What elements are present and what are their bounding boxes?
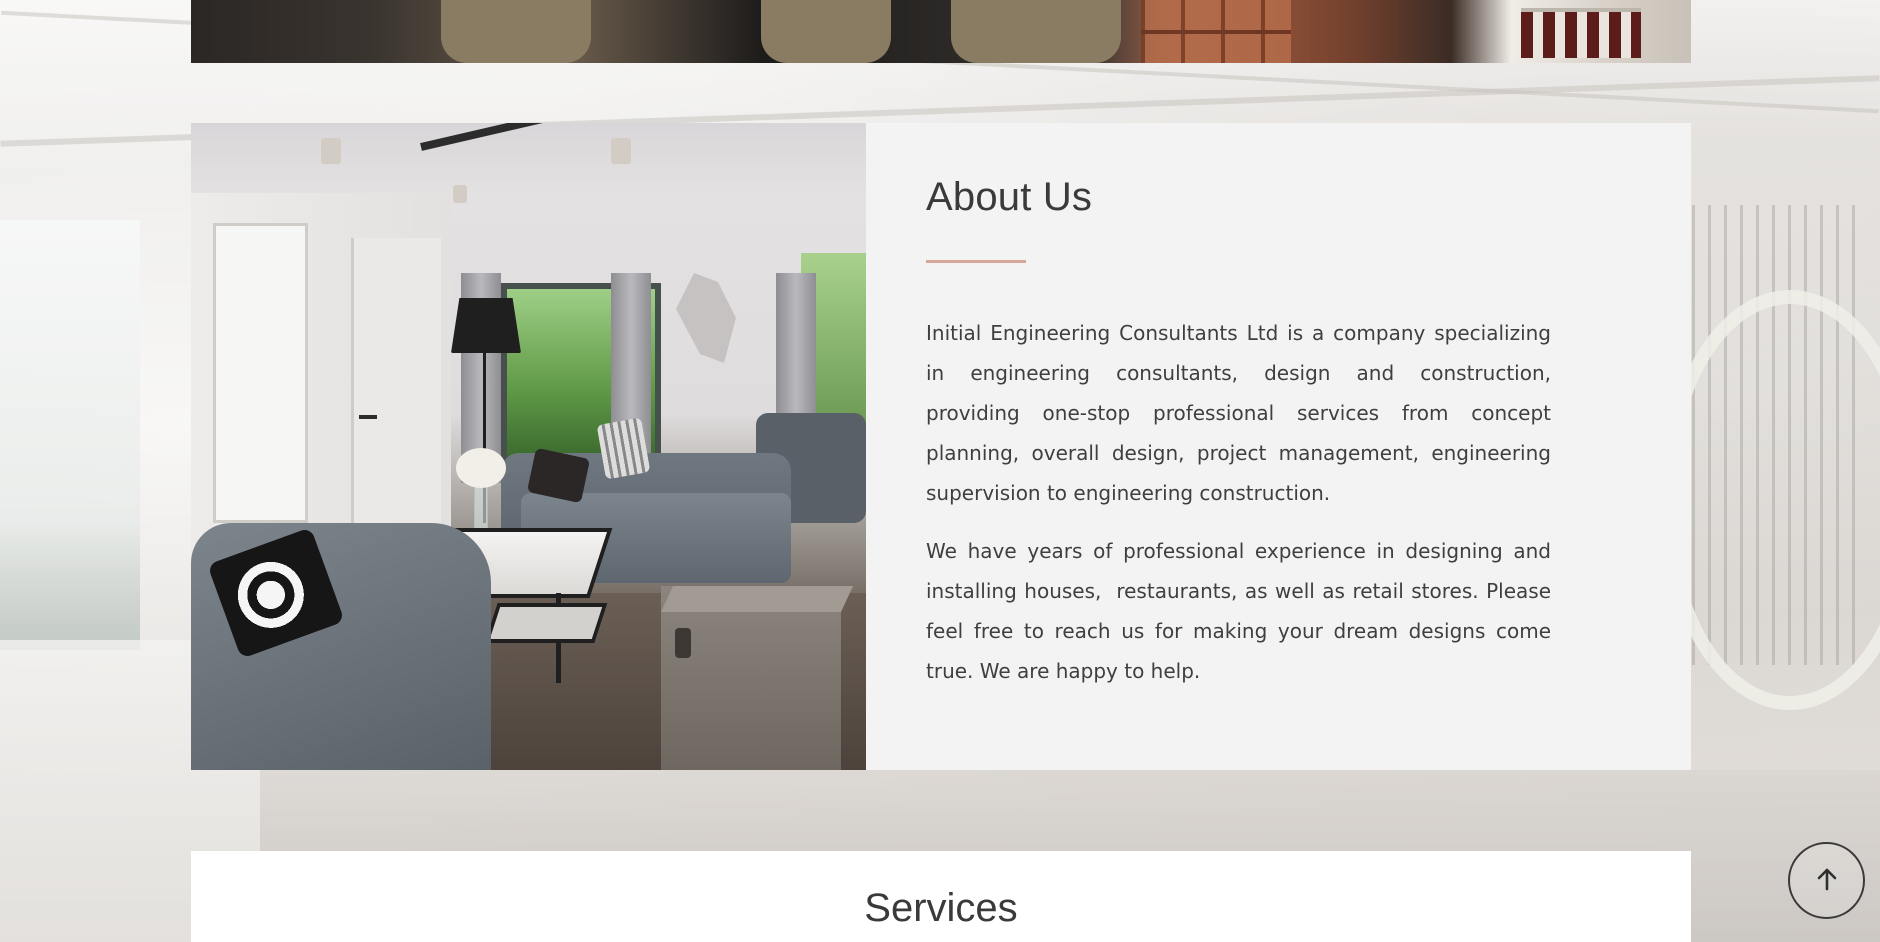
back-to-top-button[interactable] xyxy=(1788,842,1865,919)
about-text-panel: About Us Initial Engineering Consultants… xyxy=(866,123,1691,770)
services-title: Services xyxy=(864,886,1018,930)
services-section: Services xyxy=(191,851,1691,942)
wine-rack-shape xyxy=(1521,8,1641,58)
about-paragraph: We have years of professional experience… xyxy=(926,539,1558,683)
shelf-shape xyxy=(1141,0,1291,63)
chair-shape xyxy=(761,0,891,63)
about-living-room-photo xyxy=(191,123,866,770)
about-section: About Us Initial Engineering Consultants… xyxy=(191,123,1691,770)
about-title: About Us xyxy=(926,175,1093,219)
chair-shape xyxy=(441,0,591,63)
background-window xyxy=(0,220,140,650)
arrow-up-icon xyxy=(1816,867,1838,895)
about-paragraph: Initial Engineering Consultants Ltd is a… xyxy=(926,321,1551,505)
chair-shape xyxy=(951,0,1121,63)
about-title-divider xyxy=(926,260,1026,263)
top-interior-image xyxy=(191,0,1691,63)
